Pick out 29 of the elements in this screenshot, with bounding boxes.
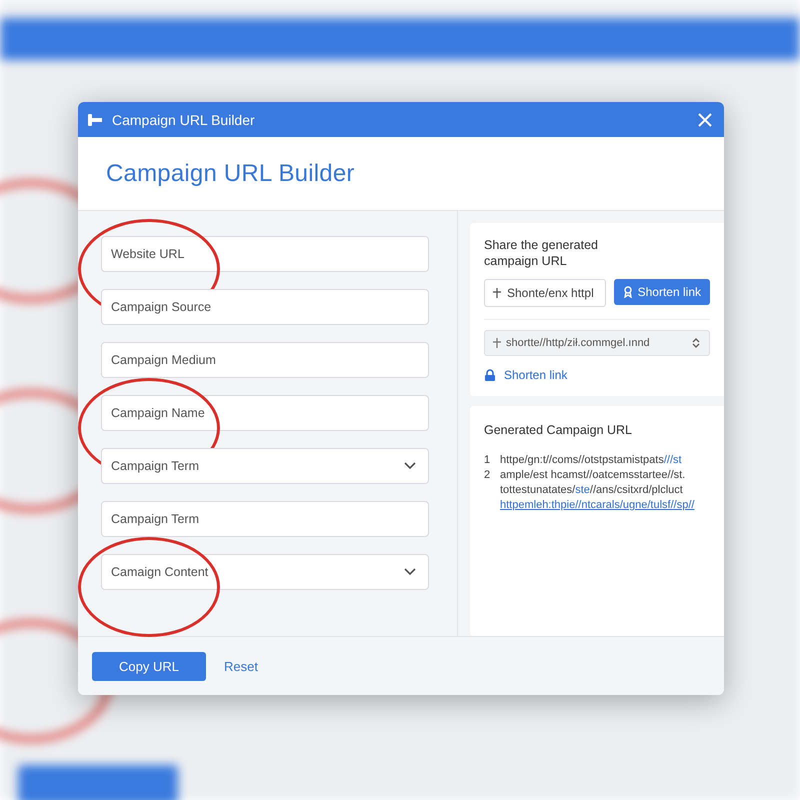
- close-icon[interactable]: [698, 112, 712, 126]
- url-line: httpe/gn:t//coms//otstpstamistpats///st: [500, 454, 683, 467]
- url-line: httpemleh:thpie//ntcarals/ugne/tulsf//sp//: [500, 499, 696, 512]
- shorten-link-button[interactable]: Shorten link: [614, 279, 710, 305]
- url-input-field[interactable]: Shonte/enx httpl: [484, 279, 606, 307]
- dropdown-field[interactable]: Campaign Term: [101, 448, 429, 484]
- chevron-down-icon: [404, 568, 416, 576]
- sort-arrows-icon: [691, 337, 701, 349]
- copy-url-button[interactable]: Copy URL: [92, 652, 206, 680]
- window-title: Campaign URL Builder: [112, 112, 256, 128]
- reset-button[interactable]: Reset: [218, 658, 264, 674]
- lock-icon: [484, 369, 496, 381]
- badge-icon: [622, 286, 633, 298]
- input-field[interactable]: Website URL: [101, 236, 429, 272]
- line-number: 1: [484, 454, 492, 467]
- shorten-link[interactable]: Shorten link: [504, 368, 568, 382]
- input-field[interactable]: Campaign Name: [101, 395, 429, 431]
- line-number: 2: [484, 469, 492, 482]
- input-field[interactable]: Campaign Source: [101, 289, 429, 325]
- page-heading: Campaign URL Builder: [106, 160, 355, 188]
- input-field[interactable]: Campaign Term: [101, 501, 429, 537]
- url-line: tottestunatates/ste//ans/csitxrd/plcluct: [500, 484, 684, 497]
- chevron-down-icon: [404, 462, 416, 470]
- card-title: Share the generated campaign URL: [484, 237, 599, 269]
- input-field[interactable]: Campaign Medium: [101, 342, 429, 378]
- short-url-field[interactable]: shortte//http/ził.commgel.ınnd: [484, 330, 710, 356]
- url-line: ample/est hcamst//oatcemsstartee//st.: [500, 469, 686, 482]
- card-title: Generated Campaign URL: [484, 422, 633, 438]
- dropdown-field[interactable]: Camaign Content: [101, 554, 429, 590]
